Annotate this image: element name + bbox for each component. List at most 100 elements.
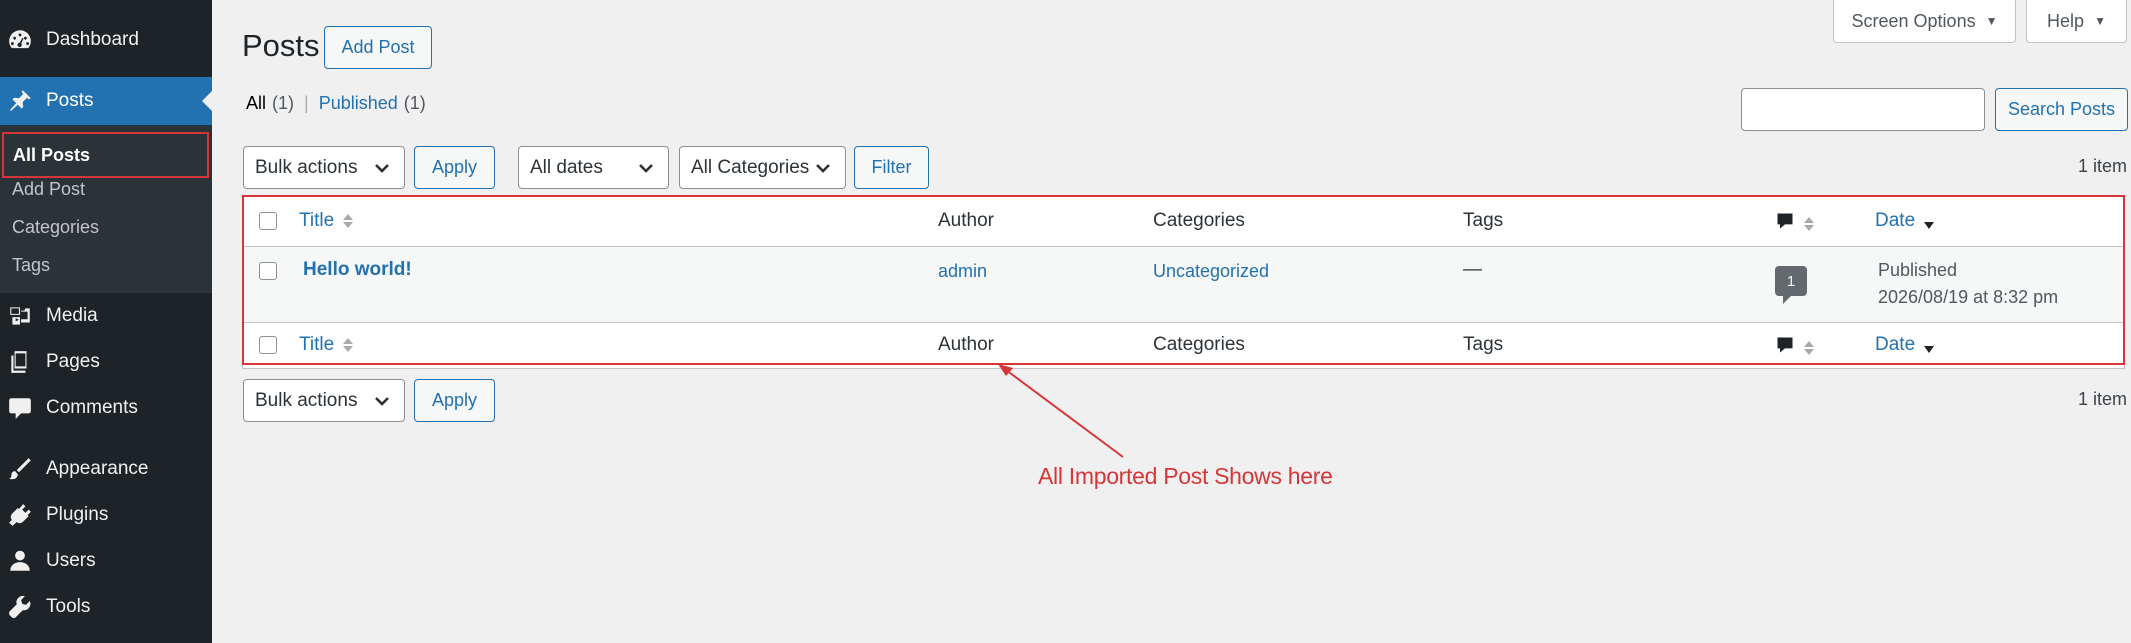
date-filter-value: All dates <box>530 156 603 178</box>
comment-icon <box>1775 211 1795 237</box>
column-title-label: Title <box>299 210 335 231</box>
comment-count-bubble[interactable]: 1 <box>1775 266 1807 304</box>
column-author: Author <box>938 210 994 231</box>
pages-icon <box>6 348 34 376</box>
post-date: 2026/08/19 at 8:32 pm <box>1878 287 2059 307</box>
menu-item-users[interactable]: Users <box>0 538 212 584</box>
submenu-label-all-posts: All Posts <box>13 144 91 165</box>
chevron-down-icon <box>813 158 833 178</box>
menu-label-pages: Pages <box>46 351 100 372</box>
menu-label-tools: Tools <box>46 596 91 617</box>
category-filter-select[interactable]: All Categories <box>679 146 846 189</box>
column-title-label: Title <box>299 334 335 355</box>
pushpin-icon <box>6 87 34 115</box>
submenu-all-posts[interactable]: All Posts <box>2 132 209 178</box>
sort-arrows-icon <box>343 338 354 352</box>
submenu-add-post[interactable]: Add Post <box>12 179 85 200</box>
posts-submenu: All Posts Add Post Categories Tags <box>0 125 212 293</box>
column-title-sort[interactable]: Title <box>299 210 354 232</box>
annotation-text: All Imported Post Shows here <box>1038 463 1333 489</box>
bulk-actions-select-bottom[interactable]: Bulk actions <box>243 379 405 422</box>
submenu-tags[interactable]: Tags <box>12 255 50 276</box>
chevron-down-icon <box>372 391 392 411</box>
column-comments-sort-bottom[interactable] <box>1775 335 1814 361</box>
menu-label-plugins: Plugins <box>46 504 109 525</box>
view-separator: | <box>304 93 309 113</box>
bulk-actions-value: Bulk actions <box>255 156 358 178</box>
help-label: Help <box>2047 10 2085 31</box>
search-posts-button[interactable]: Search Posts <box>1995 88 2128 131</box>
column-date-label: Date <box>1875 210 1916 231</box>
menu-item-plugins[interactable]: Plugins <box>0 492 212 538</box>
search-posts-input[interactable] <box>1741 88 1985 131</box>
post-tags-value: — <box>1463 259 1482 280</box>
comment-icon <box>1775 335 1795 361</box>
comment-count: 1 <box>1786 272 1796 290</box>
caret-down-icon: ▼ <box>2094 14 2106 28</box>
sort-arrows-icon <box>1804 217 1814 231</box>
menu-item-posts[interactable]: Posts <box>0 77 212 125</box>
view-published[interactable]: Published <box>319 93 398 114</box>
menu-label-posts: Posts <box>46 90 94 111</box>
column-tags-bottom: Tags <box>1463 334 1504 355</box>
column-date-sort-bottom[interactable]: Date <box>1875 334 1935 356</box>
select-all-checkbox[interactable] <box>259 212 277 230</box>
menu-label-users: Users <box>46 550 96 571</box>
post-category-link[interactable]: Uncategorized <box>1153 261 1269 282</box>
column-categories-bottom: Categories <box>1153 334 1245 355</box>
menu-label-media: Media <box>46 305 98 326</box>
column-title-sort-bottom[interactable]: Title <box>299 334 354 356</box>
filter-button[interactable]: Filter <box>854 146 929 189</box>
column-author-bottom: Author <box>938 334 994 355</box>
dashboard-icon <box>6 26 34 54</box>
select-all-checkbox-bottom[interactable] <box>259 336 277 354</box>
apply-button-bottom[interactable]: Apply <box>414 379 495 422</box>
menu-item-appearance[interactable]: Appearance <box>0 446 212 492</box>
chevron-down-icon <box>372 158 392 178</box>
column-date-label: Date <box>1875 334 1916 355</box>
row-checkbox[interactable] <box>259 262 277 280</box>
sort-desc-icon <box>1924 214 1935 229</box>
sort-desc-icon <box>1924 338 1935 353</box>
sort-arrows-icon <box>343 214 354 228</box>
user-icon <box>6 547 34 575</box>
table-row: Hello world! admin Uncategorized — 1 Pub… <box>243 247 2124 323</box>
column-categories: Categories <box>1153 210 1245 231</box>
column-comments-sort[interactable] <box>1775 211 1814 237</box>
media-icon <box>6 302 34 330</box>
post-status-views: All (1) | Published (1) <box>246 93 426 114</box>
menu-label-appearance: Appearance <box>46 458 149 479</box>
bulk-actions-select-top[interactable]: Bulk actions <box>243 146 405 189</box>
menu-item-dashboard[interactable]: Dashboard <box>0 17 212 63</box>
menu-item-pages[interactable]: Pages <box>0 339 212 385</box>
table-footer-row: Title Author Categories Tags Date <box>243 323 2124 369</box>
menu-item-media[interactable]: Media <box>0 293 212 339</box>
paintbrush-icon <box>6 455 34 483</box>
post-author-link[interactable]: admin <box>938 261 987 282</box>
add-post-button[interactable]: Add Post <box>324 26 432 69</box>
post-title-link[interactable]: Hello world! <box>303 259 412 281</box>
help-button[interactable]: Help ▼ <box>2026 0 2127 43</box>
menu-label-comments: Comments <box>46 397 138 418</box>
caret-down-icon: ▼ <box>1985 14 1998 28</box>
screen-options-label: Screen Options <box>1851 10 1976 31</box>
view-published-count: (1) <box>403 93 426 113</box>
view-all[interactable]: All <box>246 93 266 114</box>
comment-bubble-icon <box>6 394 34 422</box>
items-count-top: 1 item <box>2077 156 2127 176</box>
screen-options-button[interactable]: Screen Options ▼ <box>1833 0 2016 43</box>
chevron-down-icon <box>636 158 656 178</box>
menu-item-tools[interactable]: Tools <box>0 584 212 630</box>
items-count-bottom: 1 item <box>2077 389 2127 409</box>
view-all-count: (1) <box>272 93 295 113</box>
column-date-sort[interactable]: Date <box>1875 210 1935 232</box>
table-header-row: Title Author Categories Tags Date <box>243 196 2124 247</box>
apply-button-top[interactable]: Apply <box>414 146 495 189</box>
admin-sidebar: Dashboard Posts All Posts Add Post Categ… <box>0 0 212 643</box>
menu-item-comments[interactable]: Comments <box>0 385 212 431</box>
sort-arrows-icon <box>1804 341 1814 355</box>
page-title: Posts <box>242 28 320 63</box>
date-filter-select[interactable]: All dates <box>518 146 669 189</box>
submenu-categories[interactable]: Categories <box>12 217 99 238</box>
menu-label-dashboard: Dashboard <box>46 29 139 50</box>
